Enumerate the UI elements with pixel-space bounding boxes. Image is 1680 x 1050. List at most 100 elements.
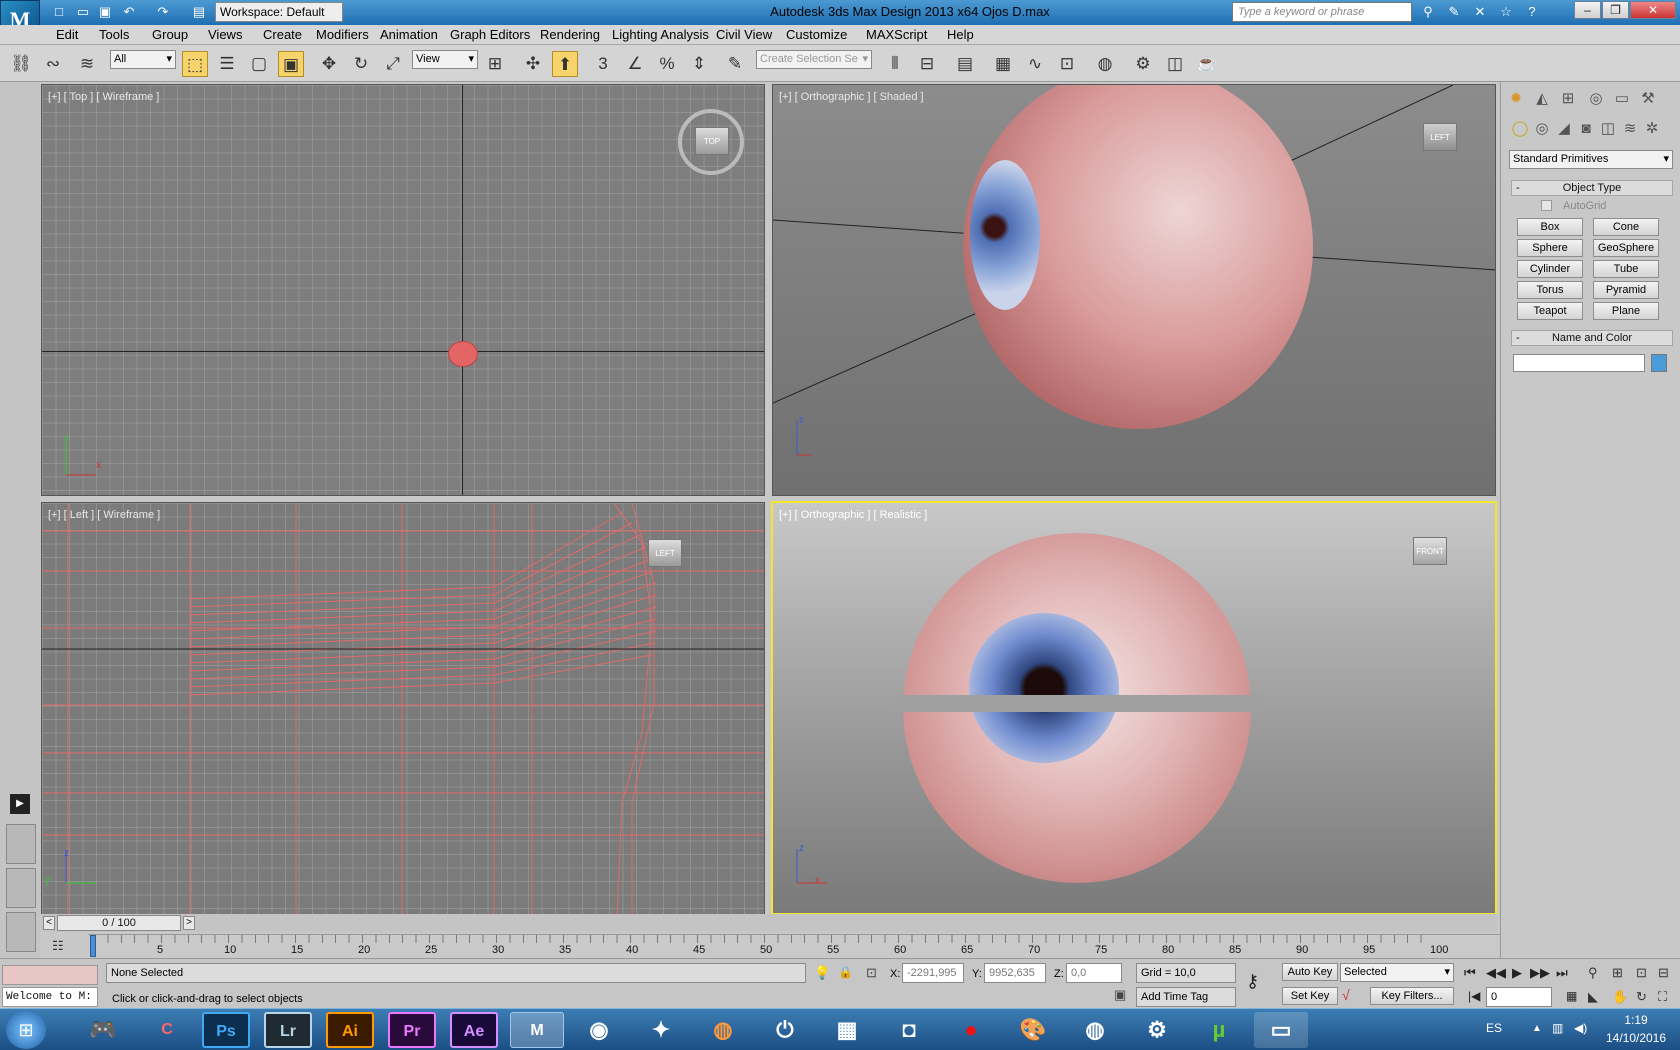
viewport-layout-2-button[interactable] [6, 912, 36, 952]
absolute-mode-icon[interactable]: ⊡ [866, 965, 882, 981]
prev-frame-button[interactable]: < [43, 916, 55, 930]
field-of-view-icon[interactable]: ◣ [1588, 989, 1598, 1005]
time-tag-icon[interactable]: ▣ [1114, 987, 1132, 1005]
viewcube[interactable]: TOP [695, 127, 729, 155]
menu-civil-view[interactable]: Civil View [716, 27, 772, 42]
snaps-toggle-icon[interactable]: 3 [590, 51, 616, 77]
chrome-app-icon[interactable]: ◉ [572, 1012, 626, 1048]
maxscript-listener-mini[interactable] [2, 965, 98, 985]
object-type-rollout[interactable]: - Object Type [1511, 180, 1673, 196]
box-button[interactable]: Box [1517, 218, 1583, 236]
bind-space-warp-icon[interactable]: ≋ [74, 51, 100, 77]
set-key-button[interactable]: Set Key [1282, 987, 1338, 1005]
menu-maxscript[interactable]: MAXScript [866, 27, 927, 42]
pivot-center-icon[interactable]: ⊞ [482, 51, 508, 77]
link-icon[interactable]: ⛓ [8, 51, 34, 77]
viewport-label[interactable]: [+] [ Orthographic ] [ Shaded ] [779, 91, 924, 103]
gamepad-app-icon[interactable]: 🎮 [76, 1012, 130, 1048]
after-effects-app-icon[interactable]: Ae [450, 1012, 498, 1048]
move-icon[interactable]: ✥ [316, 51, 342, 77]
menu-animation[interactable]: Animation [380, 27, 438, 42]
utilities-tab-icon[interactable]: ⚒ [1637, 88, 1659, 110]
binoculars-icon[interactable]: ⚲ [1418, 2, 1438, 22]
frame-counter[interactable]: 0 / 100 [57, 915, 181, 931]
orbit-icon[interactable]: ↻ [1636, 989, 1647, 1005]
steam-app-icon[interactable]: ⚙ [1130, 1012, 1184, 1048]
zoom-extents-all-icon[interactable]: ⊟ [1658, 965, 1669, 981]
tray-chevron-icon[interactable]: ▲ [1532, 1023, 1542, 1034]
menu-help[interactable]: Help [947, 27, 974, 42]
default-in-out-tangent-icon[interactable]: √ [1342, 987, 1362, 1007]
render-setup-icon[interactable]: ⚙ [1130, 51, 1156, 77]
play-arrow-icon[interactable]: ▶ [10, 794, 30, 814]
viewport-label[interactable]: [+] [ Left ] [ Wireframe ] [48, 509, 160, 521]
key-filters-button[interactable]: Key Filters... [1370, 987, 1454, 1005]
subscription-icon[interactable]: ✎ [1444, 2, 1464, 22]
menu-graph-editors[interactable]: Graph Editors [450, 27, 530, 42]
rendered-frame-window-icon[interactable]: ◫ [1162, 51, 1188, 77]
select-object-icon[interactable]: ⬚ [182, 51, 208, 77]
angle-snap-icon[interactable]: ∠ [622, 51, 648, 77]
project-folder-icon[interactable]: ▤ [190, 3, 208, 21]
camera-app-icon[interactable]: ◘ [882, 1012, 936, 1048]
viewcube[interactable]: FRONT [1413, 537, 1447, 565]
premiere-app-icon[interactable]: Pr [388, 1012, 436, 1048]
rectangular-selection-icon[interactable]: ▢ [246, 51, 272, 77]
helpers-icon[interactable]: ◫ [1597, 118, 1619, 140]
render-production-icon[interactable]: ☕ [1194, 51, 1220, 77]
object-color-swatch[interactable] [1651, 354, 1667, 372]
set-key-icon[interactable]: ⚷ [1246, 971, 1272, 991]
photoshop-app-icon[interactable]: Ps [202, 1012, 250, 1048]
material-editor-icon[interactable]: ◍ [1092, 51, 1118, 77]
create-tab-icon[interactable]: ✹ [1505, 88, 1527, 110]
schematic-view-icon[interactable]: ⊡ [1054, 51, 1080, 77]
maximize-button[interactable]: ❐ [1602, 1, 1629, 19]
teapot-button[interactable]: Teapot [1517, 302, 1583, 320]
track-bar[interactable]: 0510152025303540455055606570758085909510… [88, 934, 1500, 958]
mini-curve-editor-icon[interactable]: ☷ [52, 938, 70, 954]
menu-edit[interactable]: Edit [56, 27, 78, 42]
modify-tab-icon[interactable]: ◭ [1531, 88, 1553, 110]
eye-object-top[interactable] [448, 341, 478, 367]
selection-lock-icon[interactable]: 🔒 [838, 965, 854, 981]
display-tab-icon[interactable]: ▭ [1611, 88, 1633, 110]
edit-named-selection-icon[interactable]: ✎ [722, 51, 748, 77]
calculator-app-icon[interactable]: ▦ [820, 1012, 874, 1048]
time-slider[interactable]: < 0 / 100 > [41, 914, 1497, 932]
geosphere-button[interactable]: GeoSphere [1593, 239, 1659, 257]
power-app-icon[interactable]: ⏻ [758, 1012, 812, 1048]
zoom-icon[interactable]: ⚲ [1588, 965, 1598, 981]
scale-icon[interactable]: ⤢ [380, 51, 406, 77]
lights-icon[interactable]: ◢ [1553, 118, 1575, 140]
add-time-tag[interactable]: Add Time Tag [1136, 987, 1236, 1007]
key-mode-toggle-icon[interactable]: |◀ [1468, 989, 1480, 1003]
time-configuration-icon[interactable]: ▦ [1566, 989, 1577, 1003]
category-dropdown[interactable]: Standard Primitives [1509, 150, 1673, 169]
current-frame-marker[interactable] [90, 935, 96, 957]
key-mode-dropdown[interactable]: Selected [1340, 963, 1454, 982]
play-icon[interactable]: ▶ [1512, 965, 1522, 981]
menu-customize[interactable]: Customize [786, 27, 847, 42]
isolate-selection-icon[interactable]: 💡 [814, 965, 830, 981]
utorrent-app-icon[interactable]: µ [1192, 1012, 1246, 1048]
3dsmax-app-icon[interactable]: M [510, 1012, 564, 1048]
go-to-end-icon[interactable]: ⏭ [1556, 965, 1568, 981]
plane-button[interactable]: Plane [1593, 302, 1659, 320]
start-button[interactable]: ⊞ [6, 1011, 46, 1049]
volume-icon[interactable]: ◀) [1574, 1021, 1587, 1035]
zbrush-app-icon[interactable]: ✦ [634, 1012, 688, 1048]
reference-coordinate-dropdown[interactable]: View [412, 50, 478, 69]
language-indicator[interactable]: ES [1486, 1021, 1502, 1035]
hierarchy-tab-icon[interactable]: ⊞ [1557, 88, 1579, 110]
favorites-star-icon[interactable]: ☆ [1496, 2, 1516, 22]
clock-date[interactable]: 14/10/2016 [1600, 1031, 1672, 1045]
viewport-orthographic-shaded[interactable]: LEFT [+] [ Orthographic ] [ Shaded ] z [772, 84, 1496, 496]
viewport-left[interactable]: LEFT [+] [ Left ] [ Wireframe ] z y [41, 502, 765, 915]
save-icon[interactable]: ▣ [96, 3, 114, 21]
shapes-icon[interactable]: ◎ [1531, 118, 1553, 140]
zoom-all-icon[interactable]: ⊞ [1612, 965, 1623, 981]
name-and-color-rollout[interactable]: - Name and Color [1511, 330, 1673, 346]
autogrid-checkbox[interactable] [1541, 200, 1552, 211]
layer-manager-icon[interactable]: ▤ [952, 51, 978, 77]
new-file-icon[interactable]: □ [50, 3, 68, 21]
